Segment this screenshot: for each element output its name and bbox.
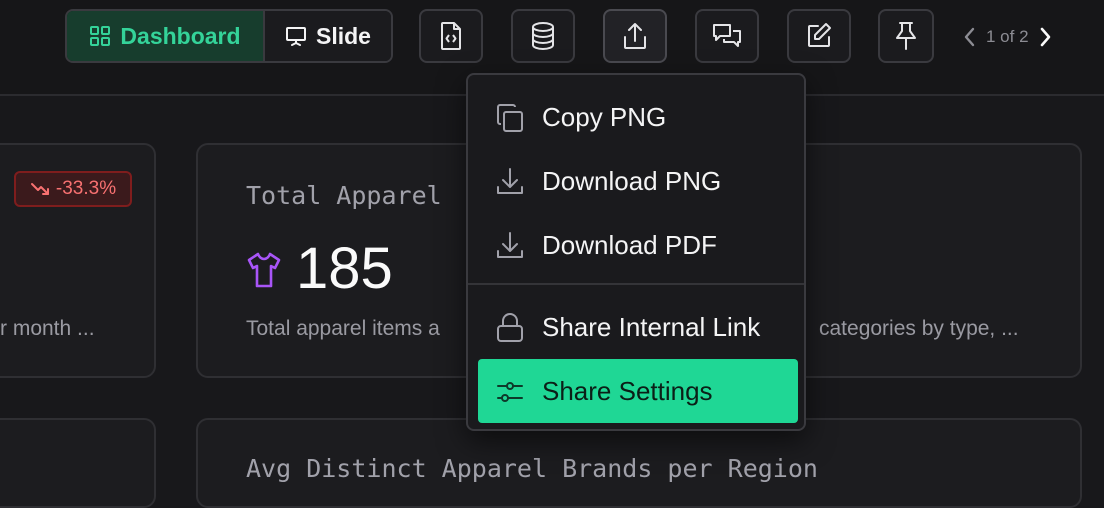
share-upload-icon [621, 21, 649, 51]
change-badge: -33.3% [14, 171, 132, 207]
card-title: Total Apparel [246, 181, 442, 210]
menu-item-copy-png[interactable]: Copy PNG [478, 85, 798, 149]
edit-button[interactable] [787, 9, 851, 63]
comments-button[interactable] [695, 9, 759, 63]
chevron-right-icon[interactable] [1037, 26, 1053, 48]
presentation-icon [285, 25, 307, 47]
card-title: Avg Distinct Apparel Brands per Region [246, 454, 818, 483]
edit-icon [805, 21, 833, 51]
metric-value: 185 [296, 236, 393, 301]
menu-item-share-internal-link[interactable]: Share Internal Link [478, 295, 798, 359]
page-indicator: 1 of 2 [986, 27, 1029, 46]
shirt-icon [246, 251, 282, 289]
menu-item-label: Copy PNG [542, 101, 667, 132]
slide-pager: 1 of 2 [962, 18, 1053, 56]
menu-item-label: Download PDF [542, 229, 717, 260]
copy-icon [494, 102, 526, 134]
pin-button[interactable] [878, 9, 934, 63]
database-icon [529, 21, 557, 51]
dashboard-view-label: Dashboard [120, 22, 241, 49]
trending-down-icon [30, 181, 50, 197]
metric-card-bottom-left[interactable] [0, 418, 156, 508]
code-file-icon [437, 21, 465, 51]
menu-divider [468, 283, 804, 285]
share-button[interactable] [603, 9, 667, 63]
grid-icon [89, 25, 111, 47]
code-file-button[interactable] [419, 9, 483, 63]
dashboard-view-button[interactable]: Dashboard [67, 11, 263, 61]
download-icon [494, 166, 526, 198]
menu-item-download-pdf[interactable]: Download PDF [478, 213, 798, 277]
card-description-end: categories by type, ... [819, 317, 1019, 340]
change-value: -33.3% [55, 178, 117, 199]
pin-icon [892, 20, 920, 52]
menu-item-download-png[interactable]: Download PNG [478, 149, 798, 213]
download-icon [494, 230, 526, 262]
menu-item-label: Share Internal Link [542, 311, 761, 342]
metric-card-left[interactable]: -33.3% r month ... [0, 143, 156, 378]
menu-item-label: Download PNG [542, 165, 722, 196]
menu-item-share-settings[interactable]: Share Settings [478, 359, 798, 423]
card-description: r month ... [0, 317, 95, 340]
card-description-start: Total apparel items a [246, 317, 440, 340]
comments-icon [711, 21, 743, 51]
share-dropdown-menu: Copy PNG Download PNG Download PDF Share… [466, 73, 806, 431]
view-mode-toggle: Dashboard Slide [65, 9, 393, 63]
metric-card-avg-brands[interactable]: Avg Distinct Apparel Brands per Region [196, 418, 1082, 508]
chevron-left-icon[interactable] [962, 26, 978, 48]
lock-icon [494, 312, 526, 344]
slide-view-button[interactable]: Slide [263, 11, 391, 61]
menu-item-label: Share Settings [542, 375, 713, 406]
database-button[interactable] [511, 9, 575, 63]
slide-view-label: Slide [316, 22, 371, 49]
sliders-icon [494, 376, 526, 408]
